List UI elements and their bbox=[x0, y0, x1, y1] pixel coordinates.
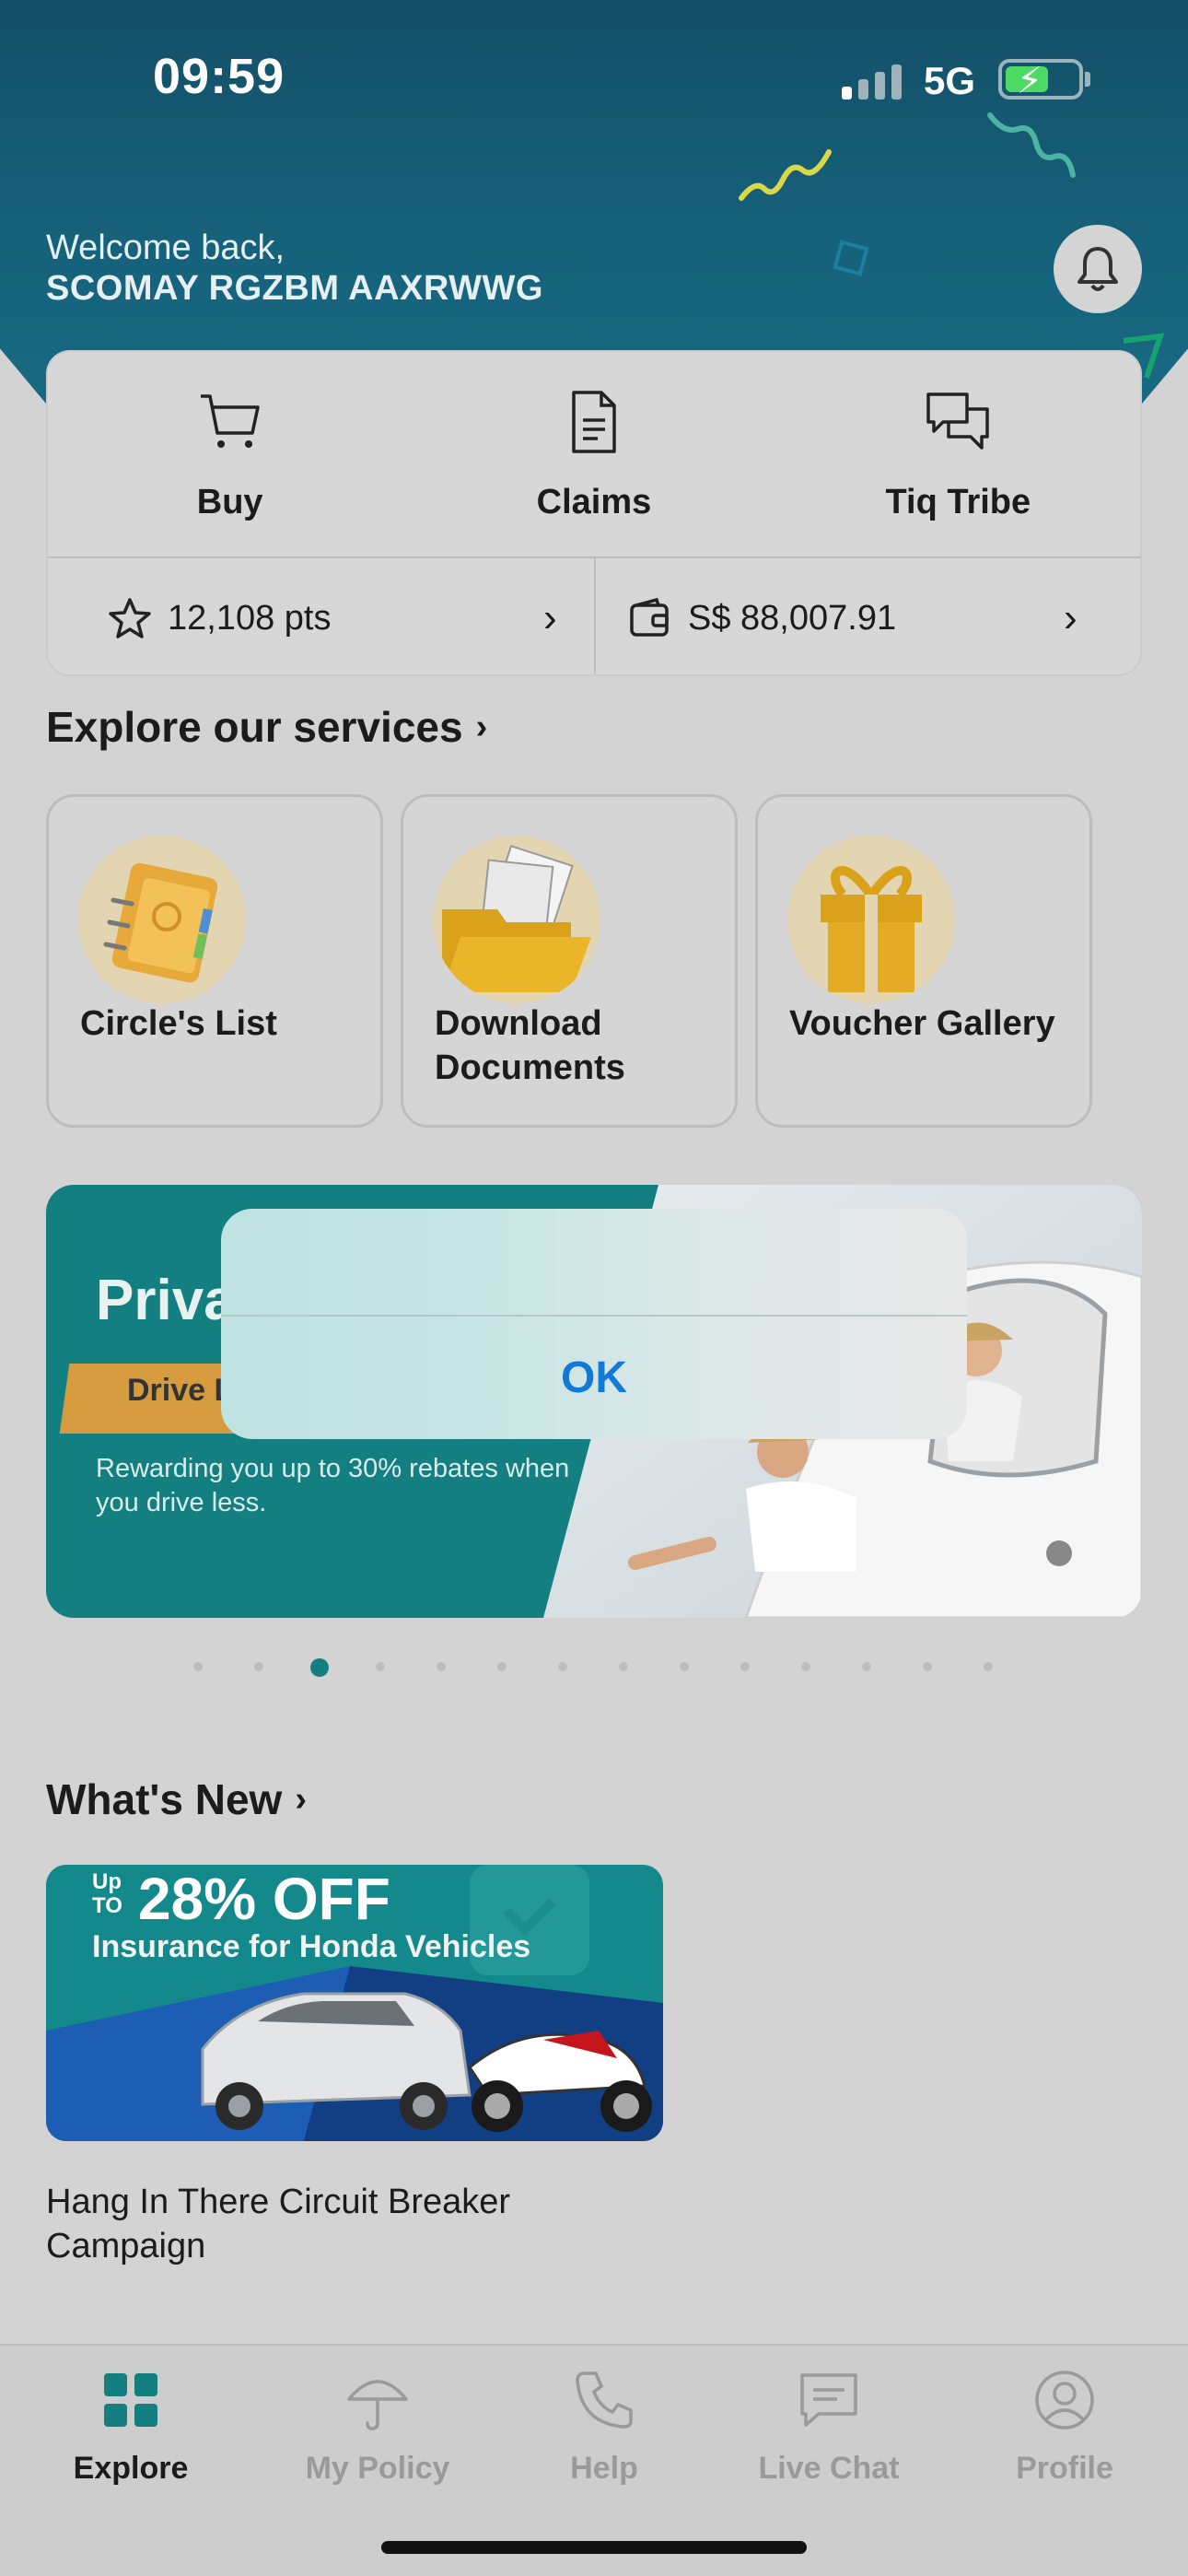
service-card-circles-list[interactable]: Circle's List bbox=[46, 794, 383, 1128]
carousel-dot[interactable] bbox=[740, 1662, 750, 1671]
battery-cap bbox=[1085, 72, 1090, 87]
service-label: Circle's List bbox=[80, 1004, 277, 1043]
carousel-dot[interactable] bbox=[558, 1662, 567, 1671]
whats-new-header[interactable]: What's New › bbox=[46, 1774, 307, 1824]
tab-label: Profile bbox=[1016, 2451, 1113, 2486]
wallet-balance: S$ 88,007.91 bbox=[688, 598, 897, 638]
carousel-dot[interactable] bbox=[984, 1662, 993, 1671]
tab-explore[interactable]: Explore bbox=[29, 2368, 232, 2487]
promo-discount: 28% OFF bbox=[138, 1866, 390, 1932]
decoration-squiggle-yellow bbox=[739, 149, 832, 201]
carousel-dot[interactable] bbox=[497, 1662, 507, 1671]
grid-icon bbox=[104, 2373, 157, 2427]
decoration-squiggle-teal bbox=[987, 112, 1076, 178]
bell-icon bbox=[1077, 247, 1118, 291]
carousel-dot[interactable] bbox=[437, 1662, 446, 1671]
carousel-dot[interactable] bbox=[193, 1662, 203, 1671]
buy-label: Buy bbox=[196, 483, 263, 521]
points-value: 12,108 pts bbox=[168, 598, 332, 638]
carousel-dot[interactable] bbox=[801, 1662, 810, 1671]
carousel-dot[interactable] bbox=[619, 1662, 628, 1671]
document-icon bbox=[572, 391, 616, 453]
gift-icon bbox=[787, 836, 955, 1003]
chevron-right-icon: › bbox=[543, 595, 557, 640]
user-icon bbox=[1035, 2371, 1094, 2430]
news-card-title[interactable]: Hang In There Circuit Breaker Campaign bbox=[46, 2180, 635, 2268]
carousel-dot[interactable] bbox=[862, 1662, 871, 1671]
tab-label: Live Chat bbox=[758, 2451, 900, 2486]
tab-my-policy[interactable]: My Policy bbox=[276, 2368, 479, 2487]
carousel-dot[interactable] bbox=[376, 1662, 385, 1671]
status-time: 09:59 bbox=[153, 49, 285, 104]
carousel-dot-active[interactable] bbox=[310, 1658, 329, 1677]
network-label: 5G bbox=[924, 59, 976, 102]
banner-title: Priva bbox=[96, 1269, 236, 1332]
promo-subtitle: Insurance for Honda Vehicles bbox=[92, 1929, 531, 1964]
message-icon bbox=[800, 2373, 857, 2427]
carousel-dot[interactable] bbox=[254, 1662, 263, 1671]
chevron-right-icon: › bbox=[1064, 595, 1077, 640]
service-card-voucher-gallery[interactable]: Voucher Gallery bbox=[755, 794, 1092, 1128]
banner-tag: Drive L bbox=[127, 1373, 234, 1408]
service-label: Download Documents bbox=[435, 1004, 625, 1087]
ok-button[interactable]: OK bbox=[221, 1317, 967, 1439]
chat-bubbles-icon bbox=[926, 392, 990, 450]
star-icon bbox=[109, 598, 151, 638]
chevron-right-icon: › bbox=[295, 1779, 307, 1819]
folder-icon bbox=[433, 836, 600, 1003]
claims-button[interactable]: Claims bbox=[412, 352, 775, 556]
user-name: SCOMAY RGZBM AAXRWWG bbox=[46, 269, 543, 308]
wallet-icon bbox=[630, 597, 669, 637]
service-label: Voucher Gallery bbox=[789, 1004, 1055, 1043]
welcome-text: Welcome back, bbox=[46, 228, 285, 267]
services-title: Explore our services bbox=[46, 703, 463, 751]
wallet-button[interactable]: S$ 88,007.91 › bbox=[596, 558, 1140, 674]
chevron-right-icon: › bbox=[475, 707, 488, 746]
claims-label: Claims bbox=[536, 483, 652, 521]
carousel-dot[interactable] bbox=[680, 1662, 689, 1671]
signal-icon bbox=[842, 61, 906, 100]
phone-icon bbox=[576, 2371, 633, 2429]
tab-help[interactable]: Help bbox=[503, 2368, 705, 2487]
carousel-dots[interactable] bbox=[184, 1658, 1013, 1677]
tab-label: Help bbox=[570, 2451, 638, 2486]
alert-dialog: OK bbox=[221, 1209, 967, 1439]
tab-live-chat[interactable]: Live Chat bbox=[728, 2368, 930, 2487]
tiq-tribe-label: Tiq Tribe bbox=[885, 483, 1031, 521]
banner-subtitle: Rewarding you up to 30% rebates when you… bbox=[96, 1454, 570, 1517]
services-header[interactable]: Explore our services › bbox=[46, 702, 487, 752]
service-card-download-documents[interactable]: Download Documents bbox=[401, 794, 738, 1128]
home-indicator[interactable] bbox=[381, 2541, 807, 2554]
tab-label: Explore bbox=[73, 2451, 189, 2486]
notification-button[interactable] bbox=[1054, 225, 1142, 313]
battery-charging-icon: ⚡ bbox=[998, 59, 1083, 101]
whats-new-title: What's New bbox=[46, 1775, 283, 1823]
cart-icon bbox=[200, 394, 260, 448]
promo-upto: Up TO bbox=[92, 1869, 122, 1918]
tab-label: My Policy bbox=[305, 2451, 450, 2486]
buy-button[interactable]: Buy bbox=[48, 352, 412, 556]
tab-profile[interactable]: Profile bbox=[963, 2368, 1166, 2487]
umbrella-icon bbox=[347, 2380, 408, 2430]
address-book-icon bbox=[78, 836, 246, 1003]
tiq-tribe-button[interactable]: Tiq Tribe bbox=[776, 352, 1140, 556]
quick-actions-card: Buy Claims Tiq Tribe 12,108 pts › S$ 88,… bbox=[46, 350, 1142, 676]
news-card-image[interactable]: Up TO 28% OFF Insurance for Honda Vehicl… bbox=[46, 1865, 663, 2141]
carousel-dot[interactable] bbox=[923, 1662, 932, 1671]
points-button[interactable]: 12,108 pts › bbox=[48, 558, 594, 674]
